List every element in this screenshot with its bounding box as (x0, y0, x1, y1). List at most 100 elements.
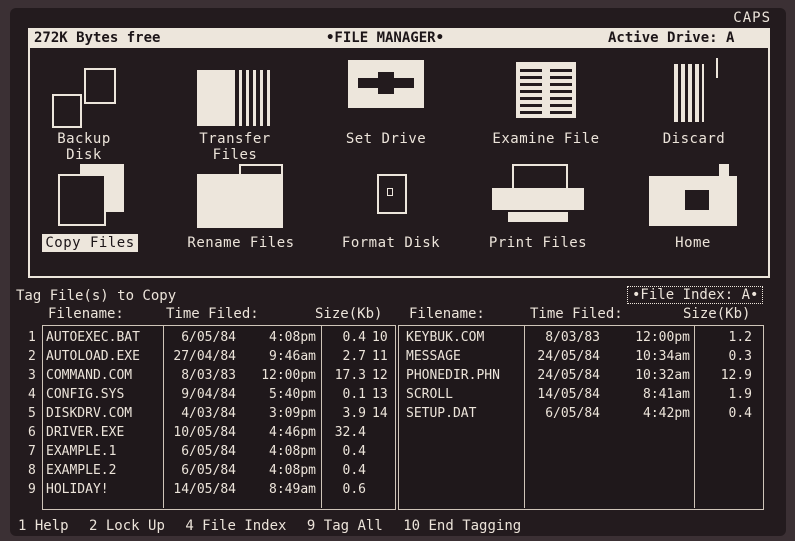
file-name[interactable]: DRIVER.EXE (46, 423, 124, 442)
file-name[interactable]: HOLIDAY! (46, 480, 109, 499)
file-date: 6/05/84 (545, 406, 600, 421)
file-name[interactable]: KEYBUK.COM (406, 328, 484, 347)
discard-icon (654, 58, 734, 126)
icon-label: Transfer Files (199, 131, 271, 163)
row-number: 8 (28, 463, 36, 478)
copy-files-button[interactable]: Copy Files (40, 160, 140, 252)
file-time: 12:00pm (635, 330, 690, 345)
row-number: 11 (372, 349, 388, 364)
file-time: 4:08pm (269, 330, 316, 345)
set-drive-icon (346, 58, 426, 126)
title-bar: 272K Bytes free •FILE MANAGER• Active Dr… (28, 28, 770, 48)
transfer-files-icon (195, 64, 275, 126)
file-date: 14/05/84 (173, 482, 236, 497)
tag-prompt: Tag File(s) to Copy (16, 288, 177, 304)
icon-label: Examine File (492, 131, 600, 147)
icon-panel: Backup Disk Transfer Files Set Drive Exa… (28, 48, 770, 278)
file-time: 4:42pm (643, 406, 690, 421)
header-time: Time Filed: (530, 306, 623, 322)
header-time: Time Filed: (166, 306, 259, 322)
file-size: 3.9 (342, 406, 366, 421)
home-icon (645, 160, 741, 230)
file-size: 0.4 (342, 330, 366, 345)
icon-label: Copy Files (42, 234, 138, 252)
file-time: 8:41am (643, 387, 690, 402)
print-files-icon (488, 160, 588, 230)
file-date: 27/04/84 (173, 349, 236, 364)
home-button[interactable]: Home (638, 160, 748, 252)
set-drive-button[interactable]: Set Drive (336, 58, 436, 148)
file-name[interactable]: SETUP.DAT (406, 404, 476, 423)
file-size: 0.6 (342, 482, 366, 497)
file-size: 0.4 (728, 406, 752, 421)
print-files-button[interactable]: Print Files (478, 160, 598, 252)
fkey-file-index[interactable]: 4 File Index (185, 518, 286, 534)
row-number: 10 (372, 330, 388, 345)
file-time: 5:40pm (269, 387, 316, 402)
file-date: 10/05/84 (173, 425, 236, 440)
discard-button[interactable]: Discard (644, 58, 744, 148)
file-size: 2.7 (342, 349, 366, 364)
examine-file-icon (506, 58, 586, 126)
examine-file-button[interactable]: Examine File (476, 58, 616, 148)
file-date: 6/05/84 (181, 330, 236, 345)
file-name[interactable]: AUTOEXEC.BAT (46, 328, 140, 347)
file-date: 24/05/84 (537, 368, 600, 383)
row-number: 12 (372, 368, 388, 383)
file-date: 4/03/84 (181, 406, 236, 421)
row-number: 2 (28, 349, 36, 364)
rename-files-icon (195, 160, 287, 230)
file-name[interactable]: EXAMPLE.1 (46, 442, 116, 461)
icon-label: Set Drive (345, 131, 427, 147)
row-number: 7 (28, 444, 36, 459)
row-number: 9 (28, 482, 36, 497)
file-time: 4:08pm (269, 463, 316, 478)
file-size: 0.4 (342, 444, 366, 459)
file-name[interactable]: AUTOLOAD.EXE (46, 347, 140, 366)
file-name[interactable]: CONFIG.SYS (46, 385, 124, 404)
file-time: 10:32am (635, 368, 690, 383)
row-number: 5 (28, 406, 36, 421)
format-disk-icon (351, 164, 431, 230)
icon-label: Print Files (488, 235, 588, 251)
file-date: 6/05/84 (181, 463, 236, 478)
file-name[interactable]: EXAMPLE.2 (46, 461, 116, 480)
file-name[interactable]: DISKDRV.COM (46, 404, 132, 423)
file-size: 17.3 (334, 368, 366, 383)
file-date: 9/04/84 (181, 387, 236, 402)
file-name[interactable]: MESSAGE (406, 347, 461, 366)
fkey-tag-all[interactable]: 9 Tag All (307, 518, 383, 534)
fkey-lock-up[interactable]: 2 Lock Up (89, 518, 165, 534)
row-number: 14 (372, 406, 388, 421)
header-filename: Filename: (48, 306, 124, 322)
backup-disk-icon (44, 64, 124, 128)
row-number: 6 (28, 425, 36, 440)
icon-label: Home (675, 235, 711, 251)
fkey-help[interactable]: 1 Help (18, 518, 69, 534)
file-date: 6/05/84 (181, 444, 236, 459)
rename-files-button[interactable]: Rename Files (176, 160, 306, 252)
fkey-end-tagging[interactable]: 10 End Tagging (403, 518, 521, 534)
icon-label: Backup Disk (57, 131, 111, 163)
file-time: 9:46am (269, 349, 316, 364)
icon-label: Format Disk (341, 235, 441, 251)
file-time: 4:46pm (269, 425, 316, 440)
backup-disk-button[interactable]: Backup Disk (34, 64, 134, 164)
row-number: 13 (372, 387, 388, 402)
file-date: 8/03/83 (181, 368, 236, 383)
function-key-bar: 1 Help 2 Lock Up 4 File Index 9 Tag All … (18, 518, 533, 534)
file-name[interactable]: SCROLL (406, 385, 453, 404)
file-time: 3:09pm (269, 406, 316, 421)
file-name[interactable]: PHONEDIR.PHN (406, 366, 500, 385)
transfer-files-button[interactable]: Transfer Files (170, 64, 300, 164)
file-date: 14/05/84 (537, 387, 600, 402)
file-name[interactable]: COMMAND.COM (46, 366, 132, 385)
file-size: 32.4 (334, 425, 366, 440)
free-space: 272K Bytes free (34, 30, 161, 46)
file-time: 10:34am (635, 349, 690, 364)
row-number: 1 (28, 330, 36, 345)
format-disk-button[interactable]: Format Disk (336, 164, 446, 252)
app-title: •FILE MANAGER• (326, 30, 445, 46)
file-size: 1.9 (728, 387, 752, 402)
file-time: 4:08pm (269, 444, 316, 459)
